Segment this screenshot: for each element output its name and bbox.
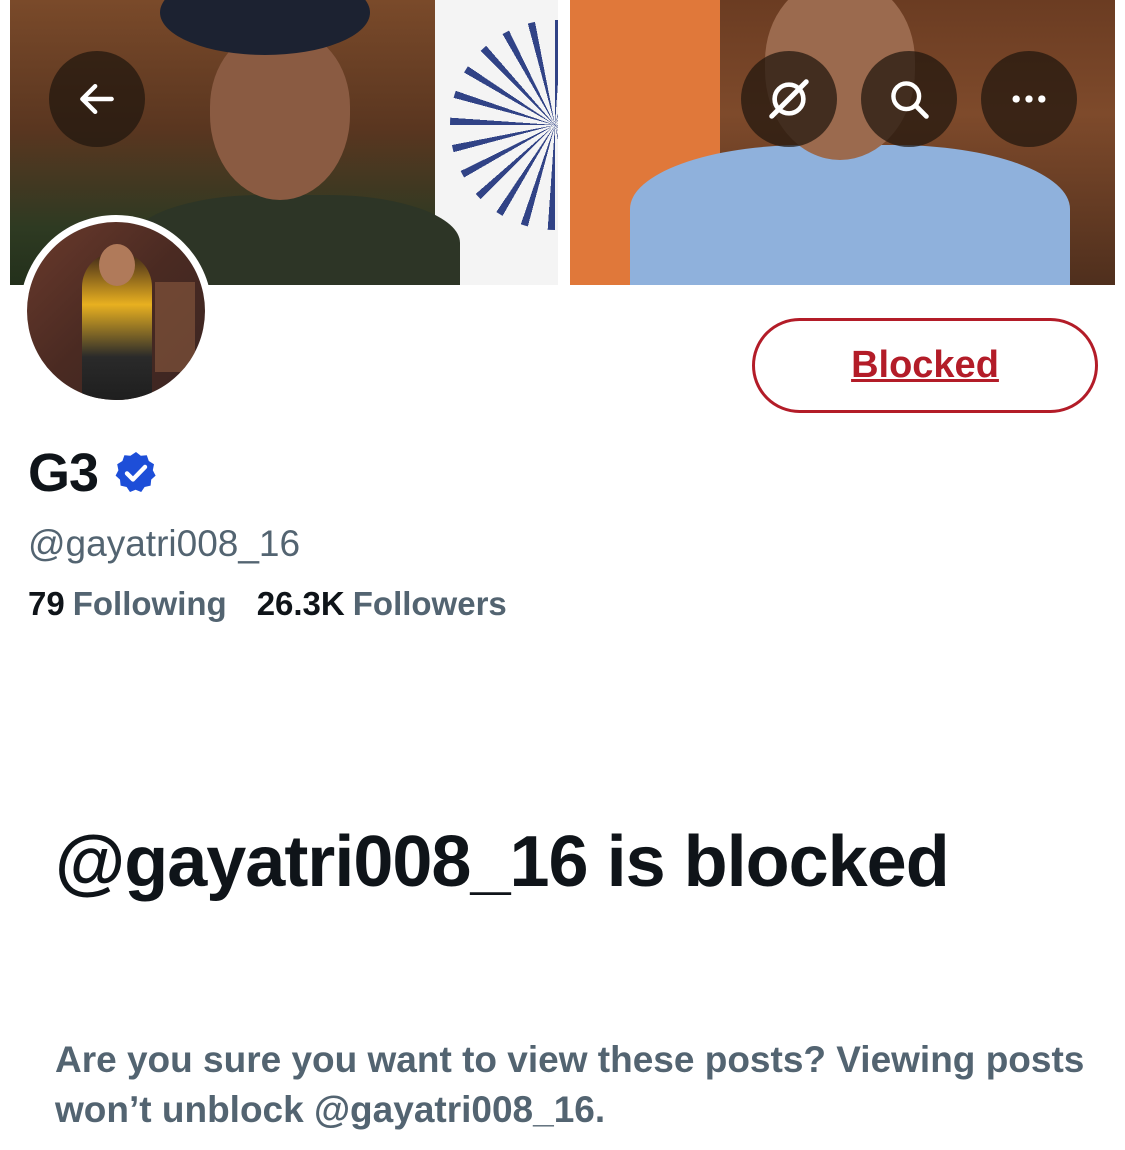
grok-button[interactable]	[741, 51, 837, 147]
display-name: G3	[28, 443, 99, 503]
followers-count: 26.3K	[256, 585, 345, 622]
followers-link[interactable]: 26.3K Followers	[257, 585, 507, 623]
verified-badge-icon	[115, 452, 156, 492]
following-label: Following	[72, 585, 227, 622]
grok-icon	[769, 79, 809, 119]
profile-name-row: G3	[28, 440, 160, 506]
following-count: 79	[28, 585, 65, 622]
followers-label: Followers	[352, 585, 507, 622]
following-link[interactable]: 79 Following	[28, 585, 227, 623]
more-options-button[interactable]	[981, 51, 1077, 147]
arrow-left-icon	[80, 83, 114, 115]
avatar-photo	[27, 222, 205, 400]
more-horizontal-icon	[1012, 95, 1046, 103]
blocked-button[interactable]: Blocked	[752, 318, 1098, 413]
profile-stats: 79 Following 26.3K Followers	[28, 585, 507, 623]
avatar[interactable]	[20, 215, 212, 407]
uniform-shape	[630, 145, 1070, 285]
blocked-notice-description: Are you sure you want to view these post…	[55, 1039, 1085, 1130]
blocked-notice-title: @gayatri008_16 is blocked	[55, 822, 950, 902]
back-button[interactable]	[49, 51, 145, 147]
search-icon	[891, 81, 929, 119]
blocked-button-label: Blocked	[851, 344, 999, 386]
avatar-head	[99, 244, 135, 286]
banner-divider	[558, 0, 570, 285]
search-button[interactable]	[861, 51, 957, 147]
face-shape	[210, 30, 350, 200]
profile-handle: @gayatri008_16	[28, 523, 301, 564]
beret-shape	[160, 0, 370, 55]
avatar-background	[155, 282, 195, 372]
